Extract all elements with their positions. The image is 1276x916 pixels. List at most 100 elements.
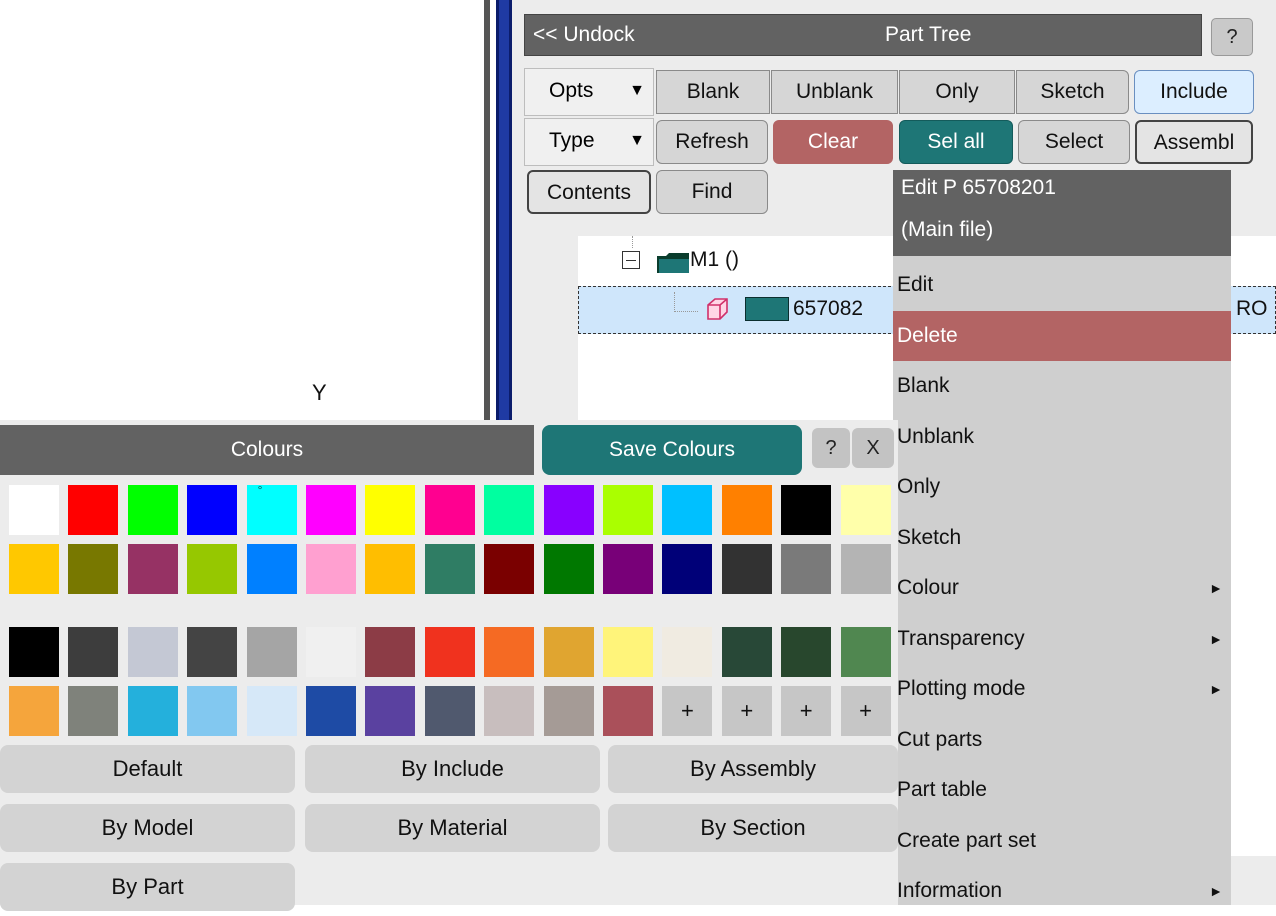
- colour-swatch[interactable]: [662, 485, 713, 535]
- context-menu-item-unblank[interactable]: Unblank: [893, 412, 1231, 462]
- help-button[interactable]: ?: [1211, 18, 1253, 56]
- blank-button[interactable]: Blank: [656, 70, 770, 114]
- refresh-button[interactable]: Refresh: [656, 120, 768, 164]
- colour-swatch[interactable]: [306, 544, 356, 594]
- colour-swatch[interactable]: [781, 544, 832, 594]
- colour-swatch[interactable]: [9, 485, 59, 535]
- assembly-button[interactable]: Assembl: [1135, 120, 1253, 164]
- dock-splitter[interactable]: [496, 0, 512, 425]
- context-menu-item-transparency[interactable]: Transparency ►: [893, 614, 1231, 664]
- colour-swatch[interactable]: [424, 627, 475, 677]
- colour-swatch[interactable]: [127, 627, 178, 677]
- colour-swatch[interactable]: [68, 627, 119, 677]
- context-menu-item-part-table[interactable]: Part table: [893, 765, 1231, 815]
- colour-swatch[interactable]: [484, 686, 535, 736]
- colour-swatch[interactable]: [127, 544, 178, 594]
- colour-swatch[interactable]: [187, 485, 238, 535]
- opts-dropdown[interactable]: Opts ▼: [524, 68, 654, 116]
- colour-swatch[interactable]: [187, 627, 238, 677]
- colour-swatch[interactable]: [9, 627, 59, 677]
- colour-swatch[interactable]: [246, 627, 297, 677]
- context-menu-item-cut-parts[interactable]: Cut parts: [893, 715, 1231, 765]
- context-menu-item-blank[interactable]: Blank: [893, 361, 1231, 411]
- colour-swatch[interactable]: [127, 485, 178, 535]
- colour-swatch[interactable]: [424, 544, 475, 594]
- unblank-button[interactable]: Unblank: [771, 70, 898, 114]
- colour-by-by-section-button[interactable]: By Section: [608, 804, 898, 852]
- colour-swatch[interactable]: [840, 627, 891, 677]
- colour-swatch[interactable]: [365, 485, 416, 535]
- colour-swatch[interactable]: [662, 627, 713, 677]
- colour-swatch[interactable]: [603, 686, 653, 736]
- context-menu-item-only[interactable]: Only: [893, 462, 1231, 512]
- add-colour-button[interactable]: +: [662, 686, 713, 736]
- colour-swatch[interactable]: [68, 485, 119, 535]
- collapse-toggle-icon[interactable]: [622, 251, 640, 269]
- colour-swatch[interactable]: [543, 627, 594, 677]
- context-menu-item-information[interactable]: Information ►: [893, 866, 1231, 916]
- add-colour-button[interactable]: +: [781, 686, 832, 736]
- sketch-button[interactable]: Sketch: [1016, 70, 1129, 114]
- colour-swatch[interactable]: [246, 686, 297, 736]
- colour-swatch[interactable]: °: [246, 483, 297, 535]
- colour-swatch[interactable]: [484, 627, 535, 677]
- colour-swatch[interactable]: [484, 544, 535, 594]
- colour-swatch[interactable]: [9, 544, 59, 594]
- colour-swatch[interactable]: [9, 686, 59, 736]
- colour-swatch[interactable]: [543, 485, 594, 535]
- find-button[interactable]: Find: [656, 170, 768, 214]
- only-button[interactable]: Only: [899, 70, 1015, 114]
- colour-swatch[interactable]: [603, 485, 653, 535]
- select-button[interactable]: Select: [1018, 120, 1130, 164]
- save-colours-button[interactable]: Save Colours: [542, 425, 802, 475]
- colour-by-by-material-button[interactable]: By Material: [305, 804, 600, 852]
- colour-swatch[interactable]: [365, 686, 416, 736]
- add-colour-button[interactable]: +: [721, 686, 772, 736]
- colour-swatch[interactable]: [424, 485, 475, 535]
- colour-swatch[interactable]: [68, 686, 119, 736]
- colour-swatch[interactable]: [365, 544, 416, 594]
- undock-button[interactable]: << Undock: [533, 23, 635, 47]
- colour-swatch[interactable]: [306, 686, 356, 736]
- colour-swatch[interactable]: [187, 544, 238, 594]
- colour-swatch[interactable]: [721, 544, 772, 594]
- colour-swatch[interactable]: [127, 686, 178, 736]
- colour-swatch[interactable]: [603, 627, 653, 677]
- contents-button[interactable]: Contents: [527, 170, 651, 214]
- tree-node-model[interactable]: M1 (): [690, 248, 739, 272]
- colour-swatch[interactable]: [543, 544, 594, 594]
- colour-swatch[interactable]: [721, 485, 772, 535]
- include-button[interactable]: Include: [1134, 70, 1254, 114]
- type-dropdown[interactable]: Type ▼: [524, 118, 654, 166]
- context-menu-item-colour[interactable]: Colour ►: [893, 563, 1231, 613]
- colour-by-by-part-button[interactable]: By Part: [0, 863, 295, 911]
- colour-swatch[interactable]: [187, 686, 238, 736]
- colours-help-button[interactable]: ?: [812, 428, 850, 468]
- colours-close-button[interactable]: X: [852, 428, 894, 468]
- colour-by-by-assembly-button[interactable]: By Assembly: [608, 745, 898, 793]
- colour-swatch[interactable]: [781, 485, 832, 535]
- context-menu-item-delete[interactable]: Delete: [893, 311, 1231, 361]
- context-menu-item-plotting-mode[interactable]: Plotting mode ►: [893, 664, 1231, 714]
- colour-swatch[interactable]: [721, 627, 772, 677]
- tree-node-part[interactable]: 657082: [793, 297, 863, 321]
- select-all-button[interactable]: Sel all: [899, 120, 1013, 164]
- colour-by-default-button[interactable]: Default: [0, 745, 295, 793]
- clear-button[interactable]: Clear: [773, 120, 893, 164]
- colour-swatch[interactable]: [662, 544, 713, 594]
- colour-swatch[interactable]: [424, 686, 475, 736]
- colour-swatch[interactable]: [840, 544, 891, 594]
- colour-swatch[interactable]: [840, 485, 891, 535]
- context-menu-item-edit[interactable]: Edit: [893, 260, 1231, 310]
- context-menu-item-create-part-set[interactable]: Create part set: [893, 816, 1231, 866]
- context-menu-item-sketch[interactable]: Sketch: [893, 513, 1231, 563]
- colour-swatch[interactable]: [603, 544, 653, 594]
- add-colour-button[interactable]: +: [840, 686, 891, 736]
- colour-swatch[interactable]: [484, 485, 535, 535]
- colour-by-by-model-button[interactable]: By Model: [0, 804, 295, 852]
- colour-swatch[interactable]: [365, 627, 416, 677]
- colour-swatch[interactable]: [306, 485, 356, 535]
- colour-swatch[interactable]: [781, 627, 832, 677]
- colour-swatch[interactable]: [543, 686, 594, 736]
- colour-swatch[interactable]: [246, 544, 297, 594]
